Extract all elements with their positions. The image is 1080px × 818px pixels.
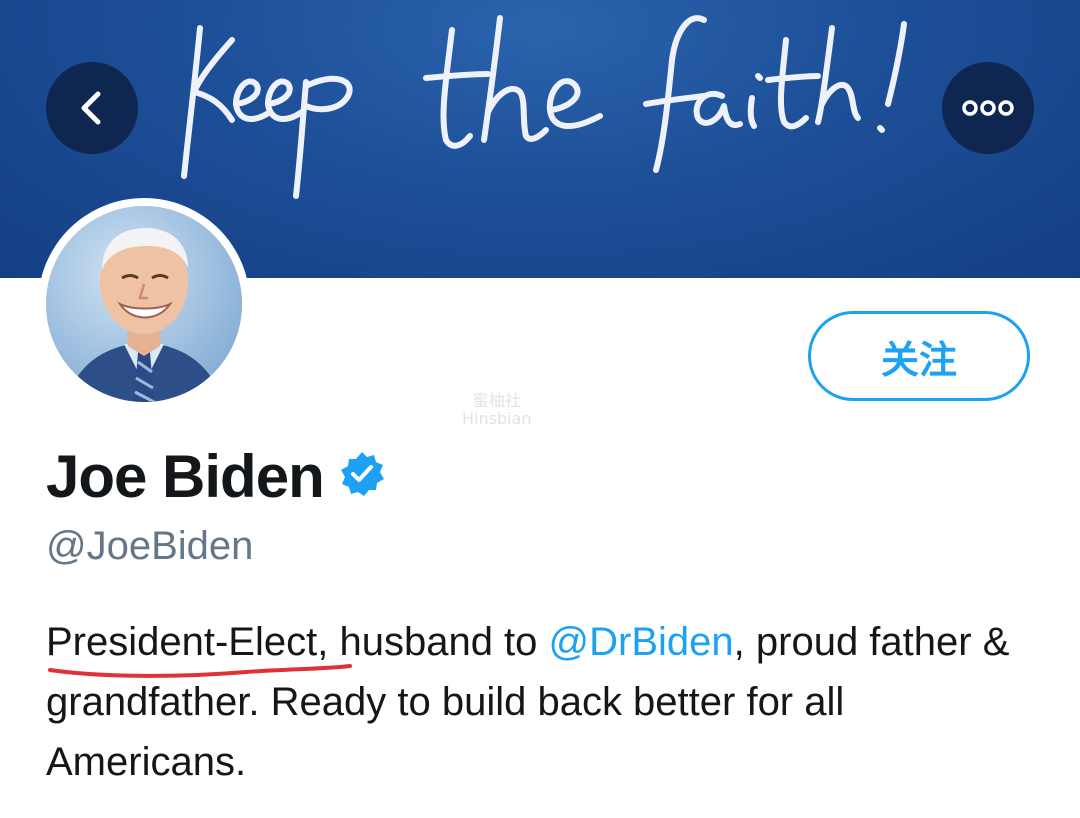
bio-emphasis-text: President-Elect	[46, 612, 352, 678]
verified-badge-icon	[338, 450, 386, 503]
bio-text-part1: , husband to	[317, 620, 549, 664]
avatar[interactable]	[46, 206, 242, 402]
bio-emphasis-label: President-Elect	[46, 620, 318, 664]
red-underline-annotation	[48, 664, 352, 678]
more-horizontal-icon	[962, 100, 1014, 116]
profile-handle: @JoeBiden	[46, 524, 254, 568]
profile-screen: keep the faith!	[0, 0, 1080, 818]
follow-button[interactable]: 关注	[808, 311, 1030, 401]
more-options-button[interactable]	[942, 62, 1034, 154]
bio-mention-link[interactable]: @DrBiden	[549, 620, 734, 664]
profile-bio: President-Elect, husband to @DrBiden, pr…	[46, 612, 1036, 792]
chevron-left-icon	[81, 91, 101, 125]
back-button[interactable]	[46, 62, 138, 154]
watermark-line2: Hinsbian	[462, 409, 532, 428]
avatar-image	[46, 206, 242, 402]
watermark: 蜜柚社 Hinsbian	[462, 392, 532, 428]
display-name: Joe Biden	[46, 442, 325, 510]
profile-name-row: Joe Biden	[46, 440, 386, 512]
watermark-line1: 蜜柚社	[472, 391, 521, 410]
